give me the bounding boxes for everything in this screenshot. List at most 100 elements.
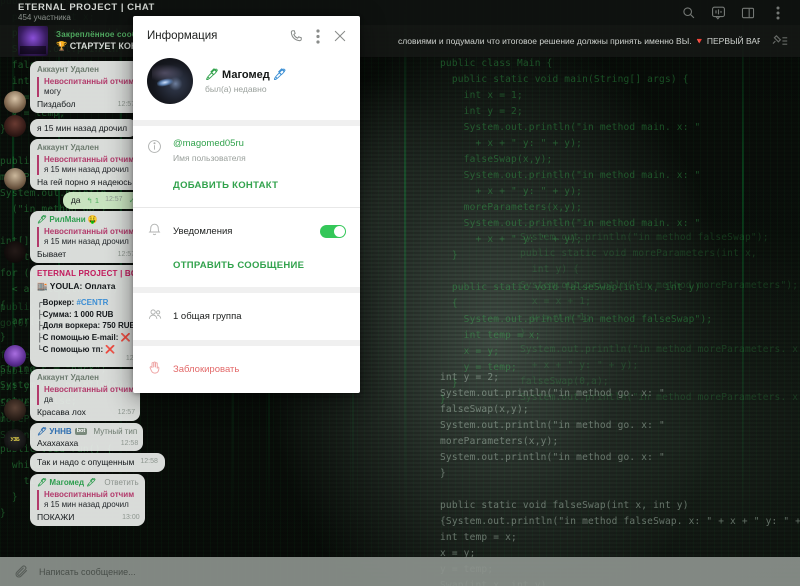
- common-groups-row[interactable]: 1 общая группа: [133, 293, 360, 340]
- quote-sender: Невоспитанный отчим: [44, 489, 135, 499]
- message-sender: Аккаунт Удален: [37, 373, 99, 383]
- dialog-title: Информация: [147, 30, 218, 42]
- block-user-row[interactable]: Заблокировать: [133, 346, 360, 393]
- message-sender: 🖊 РилМани 🤑: [37, 214, 98, 224]
- message-sender: 🖊 Магомед 🖊 Ответить: [37, 478, 139, 488]
- quote-text: могу: [44, 87, 61, 96]
- name-emoji-before: 🖊: [205, 69, 219, 81]
- message-bubble[interactable]: Аккаунт Удален Невоспитанный отчим да Кр…: [30, 369, 141, 421]
- pinned-message-thumbnail: [18, 26, 48, 56]
- dialog-header: Информация: [133, 16, 360, 56]
- avatar[interactable]: [147, 58, 193, 104]
- message-bubble[interactable]: 🖊 УННВ bot Мутный тип Ахахахаха 12:58: [30, 422, 144, 452]
- bot-details: ┌Воркер: #CENTR ├Сумма: 1 000 RUB ├Доля …: [37, 297, 142, 355]
- info-icon: [147, 138, 173, 163]
- message-row[interactable]: 🖊 Магомед 🖊 Ответить Невоспитанный отчим…: [0, 473, 184, 528]
- bot-detail-line: ├Сумма: 1 000 RUB: [37, 309, 114, 319]
- send-message-button[interactable]: ОТПРАВИТЬ СООБЩЕНИЕ: [133, 255, 360, 287]
- message-row[interactable]: 🖊 УННВbot Мутный тип Ахахахаха 12:58: [0, 422, 184, 454]
- message-quote[interactable]: Невоспитанный отчим я 15 мин назад дрочи…: [37, 226, 134, 247]
- message-time: 12:57: [117, 408, 136, 416]
- more-options-icon[interactable]: [770, 5, 786, 21]
- dialog-profile: 🖊 Магомед 🖊 был(а) недавно: [133, 56, 360, 120]
- add-contact-button[interactable]: ДОБАВИТЬ КОНТАКТ: [133, 175, 360, 207]
- notifications-row[interactable]: Уведомления: [133, 208, 360, 255]
- message-quote[interactable]: Невоспитанный отчим да: [37, 385, 135, 406]
- message-text: да: [70, 195, 81, 206]
- message-text: Так и надо с опущенным: [37, 457, 135, 468]
- profile-status: был(а) недавно: [205, 84, 267, 94]
- voice-chat-icon[interactable]: [710, 5, 726, 21]
- notifications-toggle[interactable]: [320, 225, 346, 238]
- profile-name-text: Магомед: [222, 69, 270, 81]
- message-sender-name: 🖊 УННВ: [37, 426, 72, 436]
- paperclip-icon[interactable]: [14, 564, 29, 579]
- pinned-messages-icon[interactable]: [772, 34, 800, 48]
- reply-count: ↰ 1: [86, 195, 100, 205]
- name-emoji-after: 🖊: [272, 69, 287, 81]
- bot-subject: 🏬 YOULA: Оплата: [37, 280, 116, 291]
- close-icon[interactable]: [329, 25, 351, 47]
- bot-detail-line: ├Доля воркера: 750 RUB: [37, 321, 136, 331]
- message-quote[interactable]: Невоспитанный отчим я 15 мин назад дрочи…: [37, 489, 139, 510]
- bot-badge: bot: [74, 428, 88, 436]
- avatar[interactable]: [4, 345, 26, 368]
- message-time: 12:57: [105, 196, 123, 204]
- avatar[interactable]: [4, 90, 26, 113]
- message-quote[interactable]: Невоспитанный отчим могу: [37, 77, 134, 97]
- more-vertical-icon[interactable]: [307, 25, 329, 47]
- telegram-app-window: public class Main { private int x; publi…: [0, 0, 800, 586]
- page-title: ETERNAL PROJECT | CHAT: [18, 1, 155, 13]
- avatar[interactable]: [4, 168, 26, 191]
- message-time: 13:00: [122, 513, 140, 521]
- message-text: На гей порно я надеюсь: [37, 176, 132, 187]
- bot-detail-line: └С помощью тп: ❌: [37, 344, 116, 354]
- avatar[interactable]: [4, 240, 26, 263]
- notifications-label: Уведомления: [173, 226, 233, 237]
- avatar[interactable]: [4, 429, 26, 452]
- message-composer[interactable]: Написать сообщение...: [0, 557, 800, 586]
- message-quote[interactable]: Невоспитанный отчим я 15 мин назад дрочи…: [37, 154, 136, 175]
- message-text: я 15 мин назад дрочил: [37, 123, 128, 133]
- message-sender-suffix: Мутный тип: [93, 426, 138, 436]
- message-input[interactable]: Написать сообщение...: [39, 567, 136, 577]
- search-icon[interactable]: [680, 5, 696, 21]
- reply-button[interactable]: Ответить: [104, 478, 138, 488]
- avatar[interactable]: [4, 398, 26, 421]
- user-info-dialog: Информация 🖊 Магомед 🖊 был(а) недавно @m…: [133, 16, 360, 393]
- pinned-message-bar[interactable]: Закреплённое сообщение 🏆 СТАРТУЕТ КОНКУР…: [0, 25, 800, 57]
- message-bubble[interactable]: Так и надо с опущенным 12:58: [30, 453, 165, 472]
- quote-sender: Невоспитанный отчим: [44, 154, 135, 164]
- message-sender: 🖊 УННВ bot Мутный тип: [37, 427, 137, 437]
- phone-call-icon[interactable]: [285, 25, 307, 47]
- block-user-label: Заблокировать: [173, 364, 240, 375]
- chat-header-actions: [680, 5, 792, 21]
- avatar[interactable]: [4, 114, 26, 137]
- people-icon: [147, 306, 173, 327]
- message-bubble[interactable]: 🖊 РилМани 🤑 Невоспитанный отчим я 15 мин…: [30, 210, 141, 263]
- message-time: 12:58: [140, 458, 158, 466]
- add-contact-label: ДОБАВИТЬ КОНТАКТ: [173, 180, 279, 191]
- message-meta: 13:00: [122, 514, 140, 523]
- pinned-overflow-text: словиями и подумали что итоговое решение…: [398, 35, 760, 46]
- bot-message-bubble[interactable]: ETERNAL PROJECT | BOT 🏬 YOULA: Оплата ┌В…: [30, 264, 149, 368]
- block-hand-icon: [147, 359, 173, 380]
- message-bubble[interactable]: Аккаунт Удален Невоспитанный отчим могу …: [30, 61, 141, 113]
- message-row[interactable]: Так и надо с опущенным 12:58: [0, 453, 184, 474]
- message-bubble[interactable]: Аккаунт Удален Невоспитанный отчим я 15 …: [30, 138, 142, 191]
- bot-detail-line: ├С помощью E-mail: ❌: [37, 332, 131, 342]
- message-sender-name: 🖊 Магомед 🖊: [37, 477, 97, 487]
- profile-info: 🖊 Магомед 🖊 был(а) недавно: [205, 68, 287, 94]
- split-view-icon[interactable]: [740, 5, 756, 21]
- message-bubble[interactable]: я 15 мин назад дрочил: [30, 119, 138, 137]
- quote-text: да: [44, 395, 54, 405]
- message-sender: Аккаунт Удален: [37, 65, 99, 74]
- username-section[interactable]: @magomed05ru Имя пользователя: [133, 126, 360, 175]
- message-meta: 12:57: [118, 409, 136, 418]
- quote-text: я 15 мин назад дрочил: [44, 499, 129, 509]
- quote-sender: Невоспитанный отчим: [44, 77, 135, 86]
- username-value[interactable]: @magomed05ru: [173, 138, 346, 149]
- quote-sender: Невоспитанный отчим: [44, 385, 135, 395]
- message-bubble[interactable]: 🖊 Магомед 🖊 Ответить Невоспитанный отчим…: [30, 473, 145, 526]
- common-groups-label: 1 общая группа: [173, 311, 242, 322]
